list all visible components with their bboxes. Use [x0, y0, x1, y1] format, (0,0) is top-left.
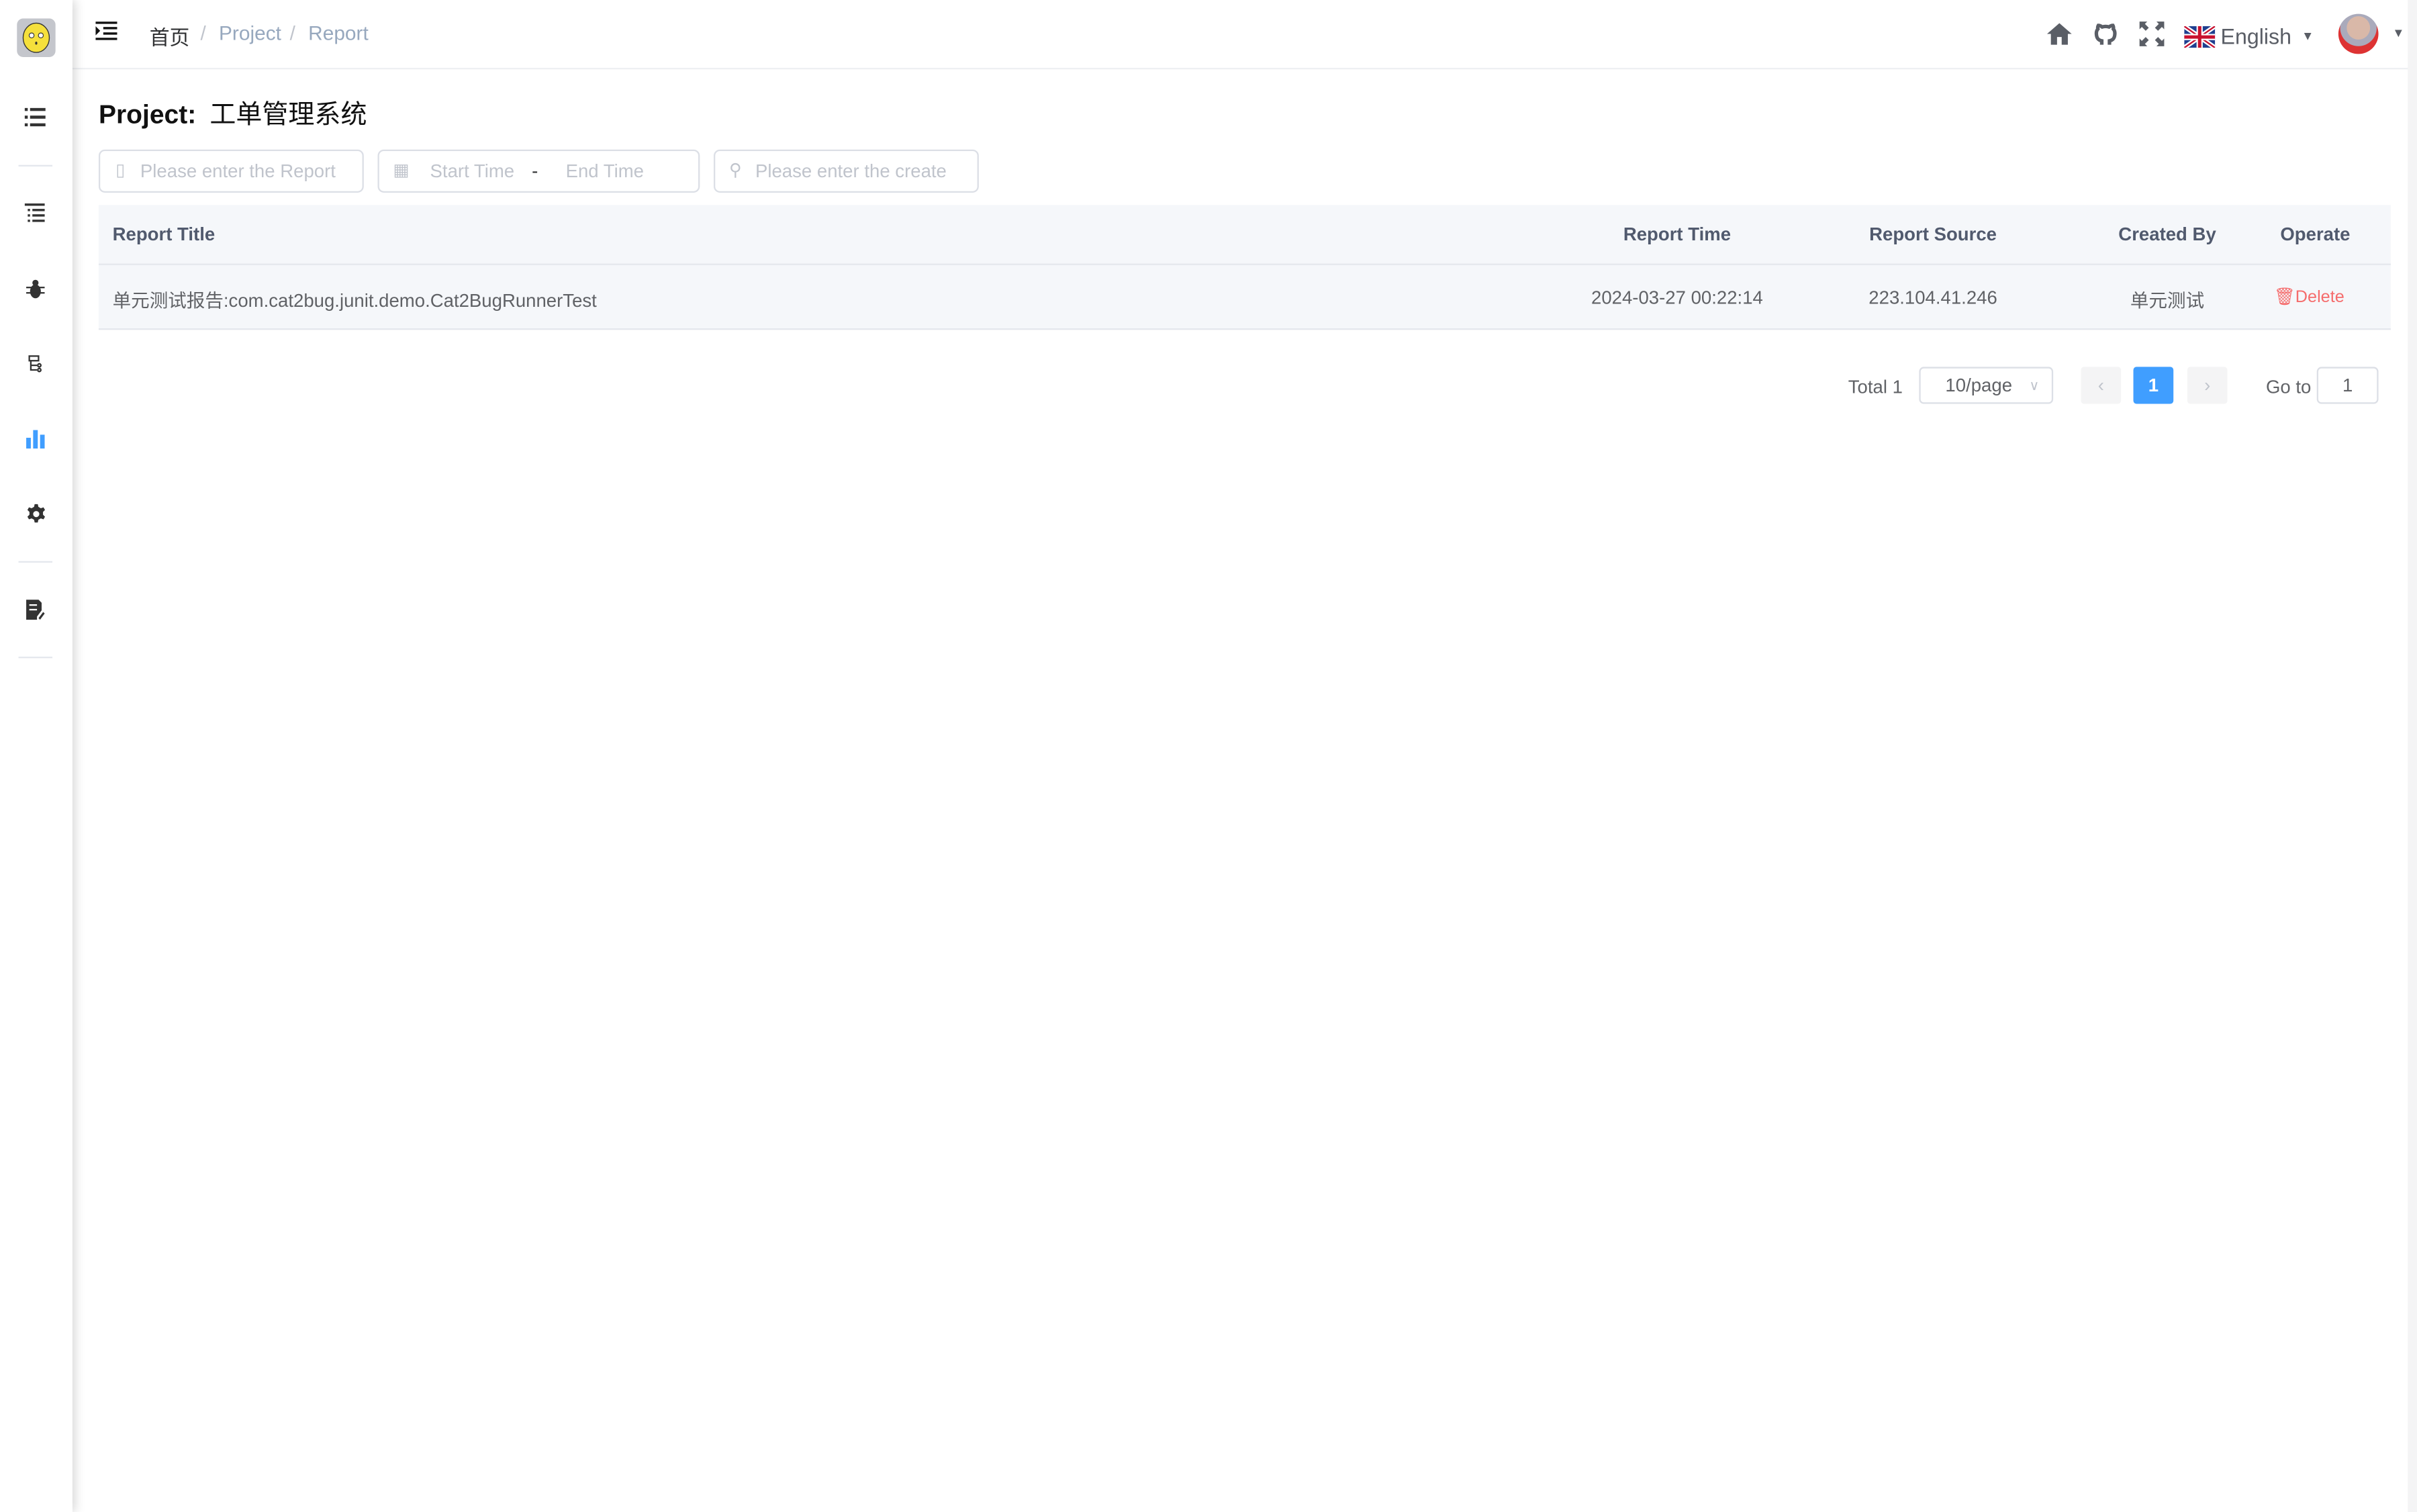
- list-icon[interactable]: [21, 103, 49, 131]
- chevron-left-icon: ‹: [2097, 374, 2104, 397]
- created-by-cell: 单元测试: [2130, 289, 2205, 312]
- creator-input[interactable]: ⚲ Please enter the create: [714, 149, 979, 193]
- collapse-menu-icon[interactable]: [95, 21, 117, 44]
- breadcrumb-separator: /: [289, 21, 295, 45]
- page-1-button[interactable]: 1: [2133, 367, 2174, 404]
- end-time-input[interactable]: End Time: [566, 151, 644, 191]
- sidebar-divider: [18, 561, 53, 563]
- date-range-picker[interactable]: ▦ Start Time - End Time: [377, 149, 700, 193]
- sitemap-icon[interactable]: [21, 350, 49, 377]
- gear-icon[interactable]: [21, 500, 49, 527]
- calendar-icon: ▦: [393, 162, 410, 181]
- uk-flag-icon: [2183, 23, 2217, 49]
- document-icon: ▯: [115, 162, 126, 181]
- breadcrumb-separator: /: [200, 21, 206, 45]
- tree-list-icon[interactable]: [21, 199, 49, 226]
- page-size-value: 10/page: [1945, 374, 2013, 397]
- table-header: Report Title Report Time Report Source C…: [98, 205, 2391, 265]
- breadcrumb-project[interactable]: Project: [219, 21, 281, 44]
- avatar[interactable]: [2338, 13, 2379, 54]
- table-row[interactable]: 单元测试报告:com.cat2bug.junit.demo.Cat2BugRun…: [98, 265, 2391, 330]
- document-edit-icon[interactable]: [21, 595, 49, 622]
- caret-down-icon: ▼: [2302, 29, 2314, 44]
- breadcrumb-report[interactable]: Report: [308, 21, 369, 44]
- chevron-down-icon: ∨: [2029, 377, 2040, 393]
- page-title-label: Project:: [98, 100, 197, 130]
- sidebar: [0, 0, 73, 1512]
- bug-icon[interactable]: [21, 275, 49, 302]
- github-icon[interactable]: [2092, 20, 2120, 48]
- language-selector[interactable]: English ▼: [2183, 23, 2314, 49]
- page-size-select[interactable]: 10/page ∨: [1919, 367, 2054, 404]
- home-icon[interactable]: [2046, 20, 2073, 48]
- report-source-cell: 223.104.41.246: [1868, 287, 1997, 309]
- sidebar-divider: [18, 164, 53, 167]
- chevron-right-icon: ›: [2204, 374, 2211, 397]
- scrollbar[interactable]: [2408, 0, 2417, 1512]
- trash-icon: 🗑: [2273, 288, 2295, 307]
- delete-button[interactable]: 🗑Delete: [2274, 287, 2344, 307]
- user-icon: ⚲: [728, 162, 742, 181]
- delete-label: Delete: [2295, 288, 2344, 307]
- report-time-cell: 2024-03-27 00:22:14: [1591, 287, 1763, 309]
- fullscreen-icon[interactable]: [2138, 20, 2165, 48]
- sidebar-divider: [18, 657, 53, 659]
- column-header-created-by: Created By: [2118, 223, 2216, 246]
- top-header: 首页 / Project / Report English ▼ ▼: [72, 0, 2417, 70]
- language-label: English: [2220, 23, 2291, 49]
- goto-page-input[interactable]: 1: [2316, 367, 2379, 404]
- column-header-source: Report Source: [1869, 223, 1997, 246]
- caret-down-icon[interactable]: ▼: [2392, 26, 2404, 40]
- column-header-title: Report Title: [112, 223, 216, 246]
- report-title-placeholder: Please enter the Report: [140, 160, 336, 182]
- prev-page-button[interactable]: ‹: [2081, 367, 2122, 404]
- creator-placeholder: Please enter the create: [755, 160, 947, 182]
- column-header-time: Report Time: [1623, 223, 1732, 246]
- project-name: 工单管理系统: [209, 100, 367, 130]
- goto-label: Go to: [2265, 376, 2312, 398]
- column-header-operate: Operate: [2280, 223, 2351, 246]
- report-title-cell[interactable]: 单元测试报告:com.cat2bug.junit.demo.Cat2BugRun…: [113, 287, 597, 313]
- next-page-button[interactable]: ›: [2187, 367, 2228, 404]
- start-time-input[interactable]: Start Time: [430, 151, 515, 191]
- page-title: Project: 工单管理系统: [99, 93, 367, 131]
- bar-chart-icon[interactable]: [21, 426, 49, 453]
- breadcrumb-home[interactable]: 首页: [150, 21, 190, 51]
- range-separator: -: [532, 160, 538, 182]
- pagination-total: Total 1: [1848, 376, 1903, 398]
- report-title-input[interactable]: ▯ Please enter the Report: [98, 149, 364, 193]
- app-logo[interactable]: [17, 18, 56, 57]
